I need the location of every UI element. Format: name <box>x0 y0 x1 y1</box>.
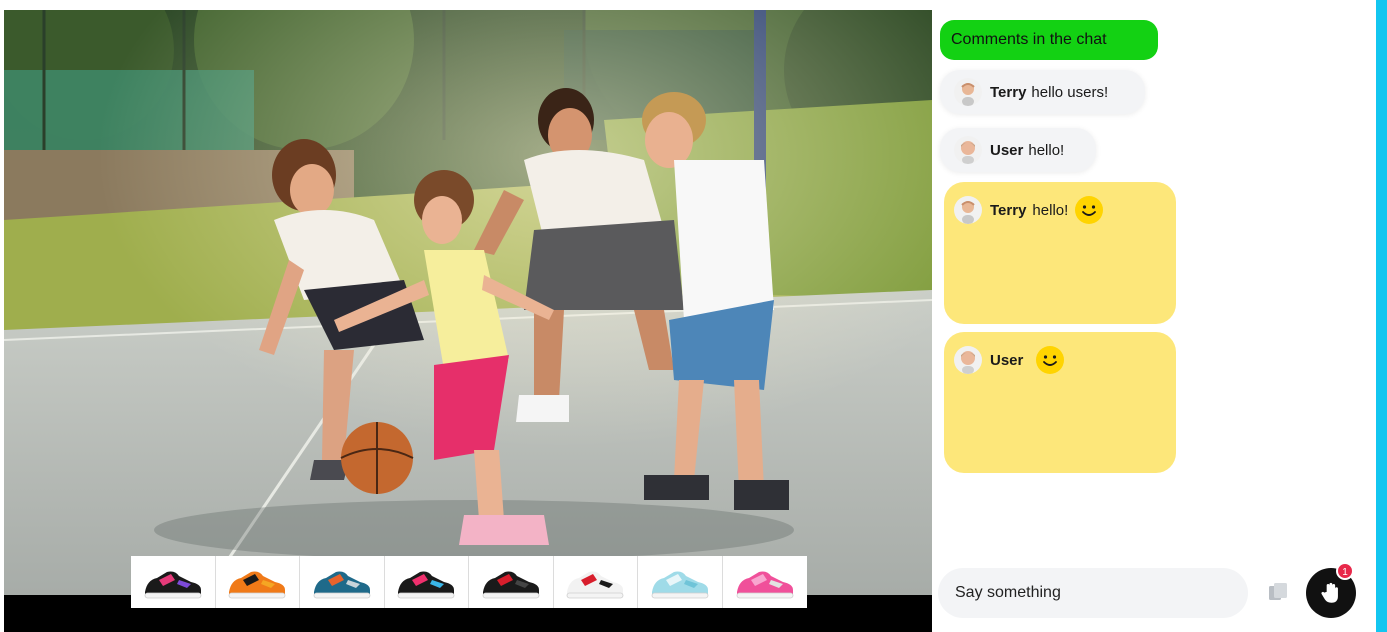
chat-message: Terry hello users! <box>940 70 1145 114</box>
smiley-icon <box>1075 196 1104 224</box>
chat-panel: Comments in the chat Terry hello users! … <box>932 0 1376 632</box>
product-item-1[interactable] <box>131 556 216 608</box>
notification-badge: 1 <box>1336 562 1354 580</box>
avatar <box>954 346 982 374</box>
sneaker-icon <box>144 571 202 599</box>
product-item-3[interactable] <box>300 556 385 608</box>
accent-bar <box>1376 0 1387 632</box>
message-author: Terry <box>990 201 1027 219</box>
product-item-4[interactable] <box>384 556 469 608</box>
sneaker-icon <box>566 571 624 599</box>
message-text: hello! <box>1028 141 1065 159</box>
sneaker-icon <box>313 571 371 599</box>
message-text: hello users! <box>1031 83 1109 101</box>
sneaker-icon <box>482 571 540 599</box>
emoji-reaction-card: Terry hello! <box>944 182 1176 324</box>
chat-title: Comments in the chat <box>940 20 1158 60</box>
basketball-family-photo <box>4 10 932 595</box>
chat-input[interactable] <box>938 568 1248 618</box>
emoji-reaction-card: User <box>944 332 1176 473</box>
sneaker-icon <box>228 571 286 599</box>
sneaker-icon <box>736 571 794 599</box>
avatar <box>954 136 982 164</box>
hand-icon <box>1321 582 1338 603</box>
message-author: Terry <box>990 83 1027 101</box>
message-author: User <box>990 141 1024 159</box>
avatar <box>954 78 982 106</box>
avatar <box>954 196 982 224</box>
product-item-2[interactable] <box>215 556 300 608</box>
chat-message: User hello! <box>940 128 1096 172</box>
product-carousel <box>131 556 807 608</box>
sneaker-icon <box>651 571 709 599</box>
smiley-icon <box>1036 346 1065 374</box>
video-stage[interactable] <box>4 10 932 632</box>
product-item-6[interactable] <box>553 556 638 608</box>
message-author: User <box>990 351 1024 369</box>
product-item-7[interactable] <box>638 556 723 608</box>
sneaker-icon <box>397 571 455 599</box>
product-item-5[interactable] <box>469 556 554 608</box>
live-video-frame <box>4 10 932 595</box>
product-item-8[interactable] <box>722 556 807 608</box>
message-text: hello! <box>1032 201 1069 219</box>
chat-input-wrapper <box>938 568 1248 618</box>
share-icon[interactable] <box>1266 580 1290 604</box>
